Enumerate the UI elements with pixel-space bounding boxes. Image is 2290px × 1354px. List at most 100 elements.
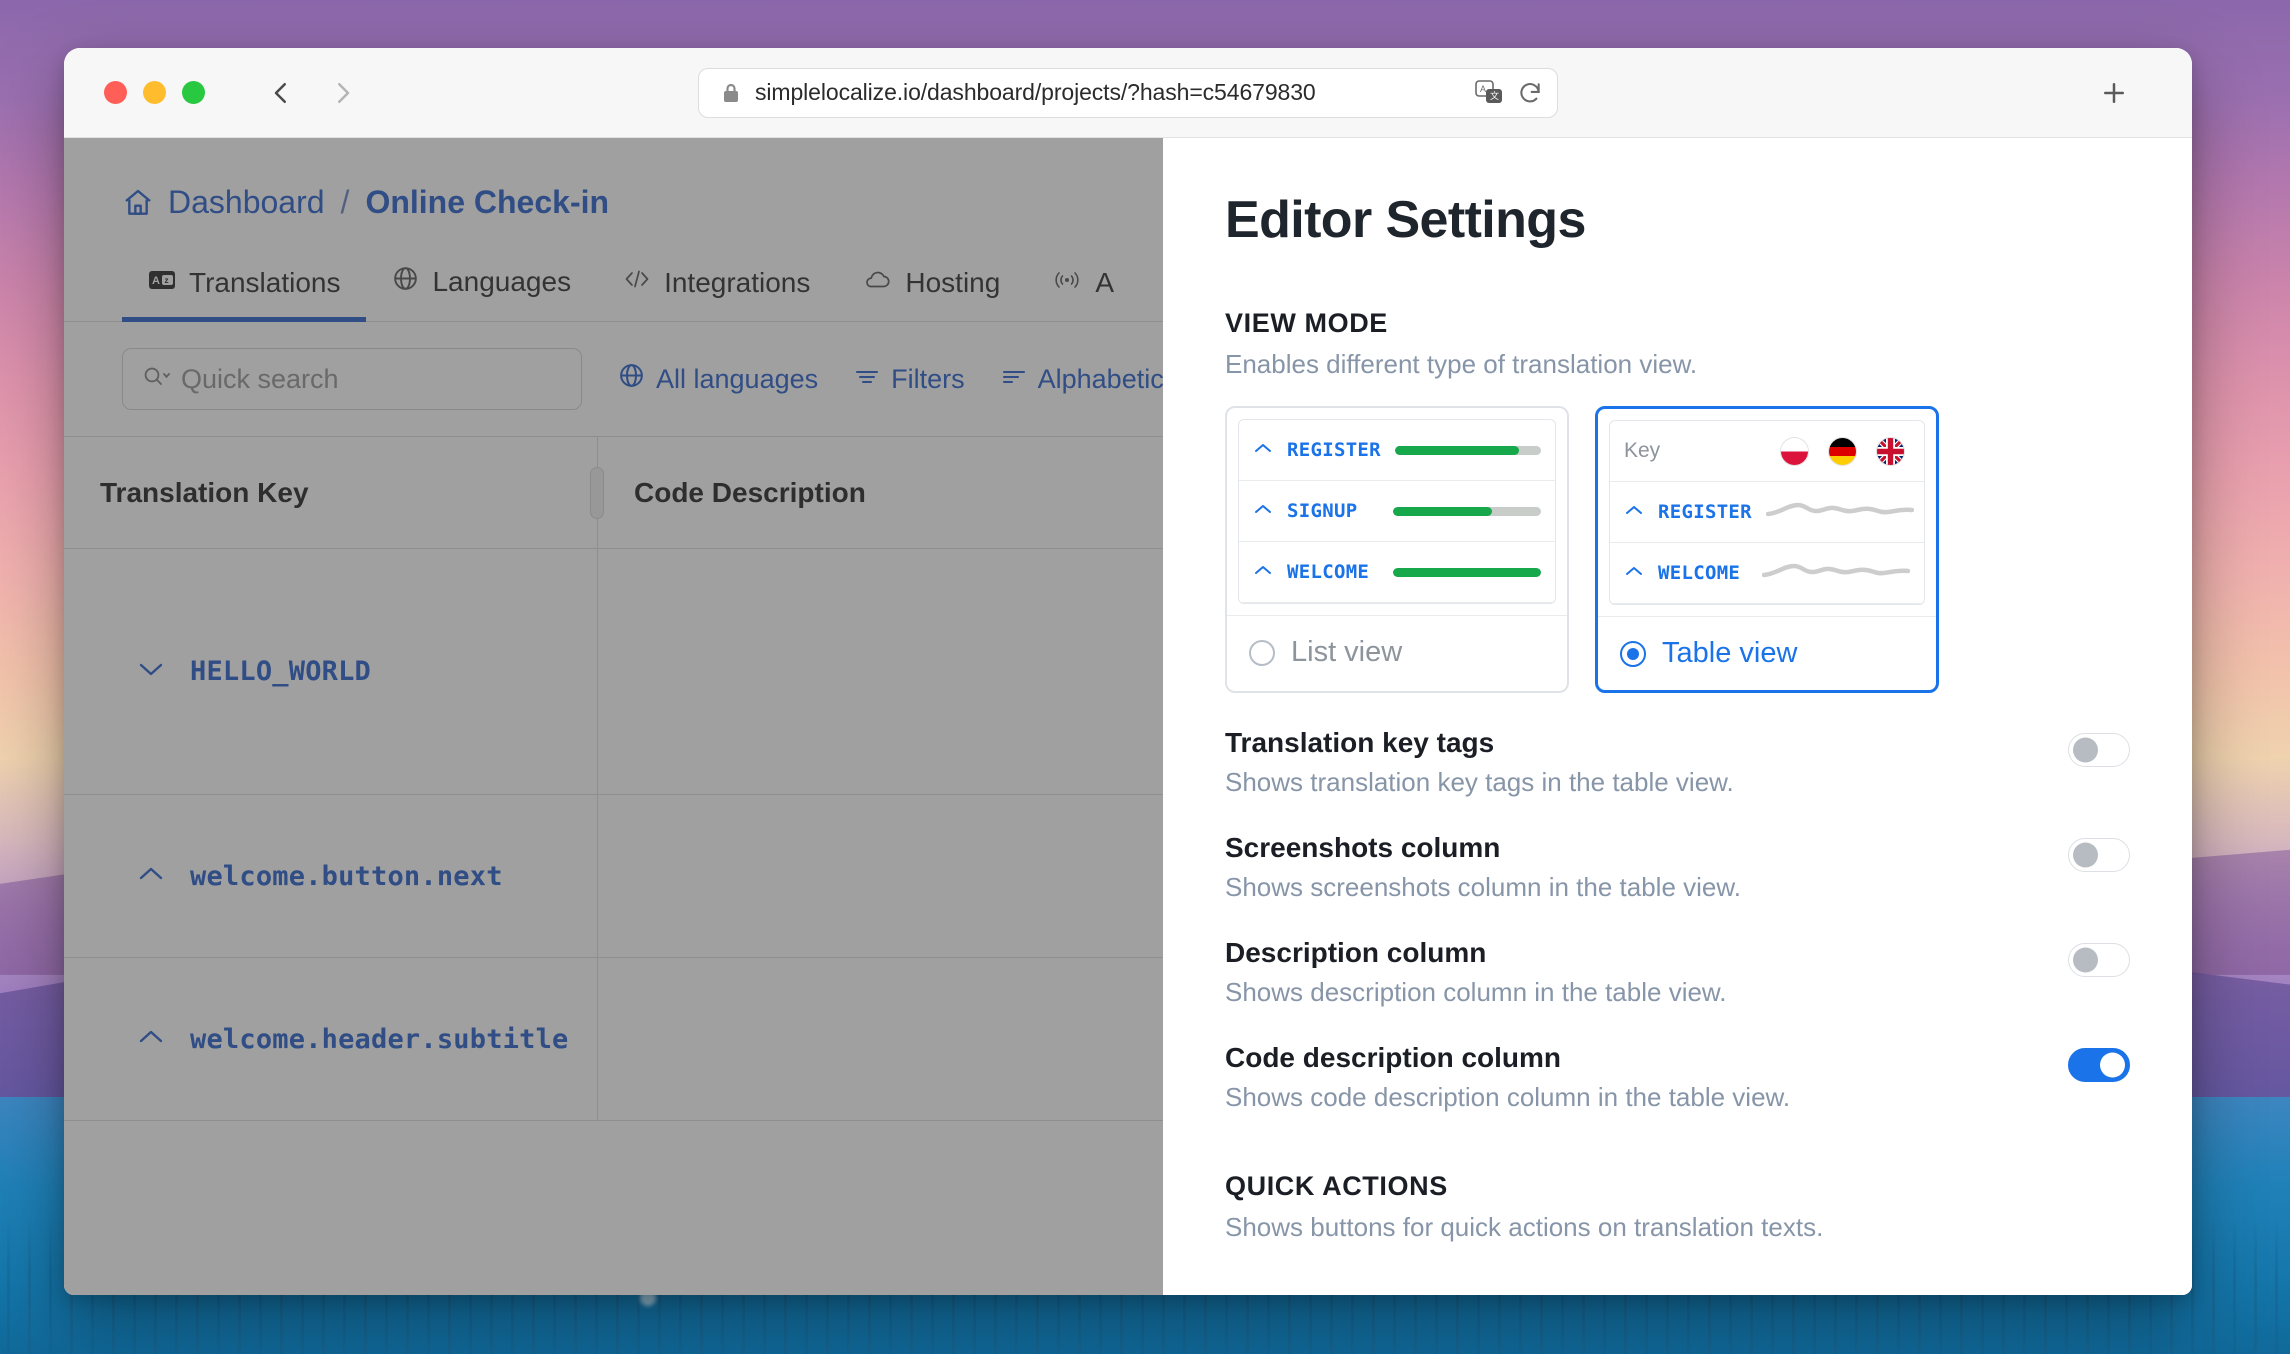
row-key-cell[interactable]: welcome.header.subtitle [64, 958, 598, 1120]
preview-row: REGISTER [1239, 420, 1555, 481]
column-label: Code Description [634, 476, 866, 508]
preview-key: REGISTER [1287, 439, 1381, 461]
row-key-cell[interactable]: welcome.button.next [64, 795, 598, 957]
tab-hosting[interactable]: Hosting [836, 259, 1026, 322]
view-mode-label: List view [1291, 636, 1403, 668]
setting-name: Translation key tags [1225, 727, 1495, 758]
search-input[interactable]: Quick search [122, 348, 582, 410]
reload-icon[interactable] [1517, 80, 1543, 106]
search-icon [141, 364, 171, 395]
back-arrow-icon[interactable] [261, 73, 301, 113]
sort-alphabetical-button[interactable]: Alphabetical [1001, 364, 1185, 395]
page-content: Dashboard / Online Check-in Az Translati… [64, 138, 2192, 1295]
preview-key-column-label: Key [1624, 439, 1661, 462]
setting-description: Shows screenshots column in the table vi… [1225, 872, 1741, 902]
home-icon[interactable] [122, 187, 154, 219]
code-icon [623, 266, 651, 299]
quick-actions-section-label: QUICK ACTIONS [1225, 1171, 1448, 1201]
toggle-description-column[interactable] [2068, 943, 2130, 977]
preview-key: WELCOME [1287, 561, 1370, 583]
column-resize-handle[interactable] [590, 466, 604, 519]
chevron-up-icon [1253, 441, 1273, 459]
tab-translations[interactable]: Az Translations [122, 259, 367, 322]
translation-key: welcome.button.next [190, 860, 503, 892]
row-key-cell[interactable]: HELLO_WORLD [64, 549, 598, 794]
chevron-up-icon[interactable] [136, 1028, 166, 1051]
forward-arrow-icon[interactable] [323, 73, 363, 113]
all-languages-button[interactable]: All languages [618, 362, 818, 396]
chevron-up-icon [1253, 502, 1273, 520]
globe-icon [392, 265, 419, 299]
preview-key: WELCOME [1658, 562, 1741, 584]
preview-row: WELCOME [1610, 543, 1924, 604]
browser-titlebar: simplelocalize.io/dashboard/projects/?ha… [64, 48, 2192, 138]
setting-description: Shows description column in the table vi… [1225, 977, 1727, 1007]
setting-description: Shows translation key tags in the table … [1225, 767, 1734, 797]
view-mode-section-description: Enables different type of translation vi… [1225, 349, 1698, 379]
language-flags [1781, 437, 1910, 465]
navigation-buttons [261, 73, 363, 113]
sort-icon [1001, 364, 1027, 395]
tab-languages[interactable]: Languages [366, 257, 597, 322]
toggle-screenshots-column[interactable] [2068, 838, 2130, 872]
setting-description-column: Description column Shows description col… [1225, 937, 2130, 1008]
view-mode-option-list[interactable]: REGISTER SIGNUP WELCOME List view [1225, 406, 1569, 693]
progress-bar [1393, 567, 1541, 577]
progress-bar [1393, 506, 1541, 516]
globe-icon [618, 362, 645, 396]
column-header-translation-key[interactable]: Translation Key [64, 437, 604, 548]
column-label: Translation Key [100, 476, 309, 508]
address-bar-container: simplelocalize.io/dashboard/projects/?ha… [698, 67, 1558, 118]
chevron-up-icon [1624, 503, 1644, 521]
translations-icon: Az [148, 267, 176, 299]
preview-row: WELCOME [1239, 542, 1555, 603]
chevron-up-icon [1253, 563, 1273, 581]
maximize-window-button[interactable] [182, 81, 205, 104]
view-mode-option-table[interactable]: Key REGISTER WELCOME Table view [1595, 406, 1939, 693]
chevron-up-icon[interactable] [136, 865, 166, 888]
preview-key: REGISTER [1658, 501, 1752, 523]
lock-icon [721, 82, 741, 104]
progress-bar [1394, 445, 1541, 455]
quick-actions-section-description: Shows buttons for quick actions on trans… [1225, 1212, 1824, 1242]
minimize-window-button[interactable] [143, 81, 166, 104]
preview-row: SIGNUP [1239, 481, 1555, 542]
tab-integrations[interactable]: Integrations [597, 258, 836, 322]
tab-label: A [1095, 267, 1115, 298]
close-window-button[interactable] [104, 81, 127, 104]
page-title: Editor Settings [1225, 191, 1586, 249]
list-view-selector[interactable]: List view [1227, 615, 1567, 689]
radio-button[interactable] [1249, 639, 1275, 666]
button-label: All languages [656, 363, 819, 394]
preview-row-partial [1610, 604, 1924, 605]
preview-row: REGISTER [1610, 482, 1924, 543]
toggle-translation-key-tags[interactable] [2068, 733, 2130, 767]
breadcrumb-root[interactable]: Dashboard [168, 184, 325, 221]
chevron-down-icon[interactable] [136, 660, 166, 683]
translate-page-icon[interactable]: A 文 [1475, 79, 1503, 106]
toggle-code-description-column[interactable] [2068, 1048, 2130, 1082]
setting-screenshots-column: Screenshots column Shows screenshots col… [1225, 832, 2130, 903]
svg-text:z: z [165, 276, 169, 285]
setting-name: Code description column [1225, 1042, 1562, 1073]
view-mode-label: Table view [1662, 637, 1798, 669]
svg-text:A: A [152, 275, 160, 287]
table-view-selector[interactable]: Table view [1598, 616, 1936, 690]
view-mode-options: REGISTER SIGNUP WELCOME List view Key RE… [1225, 406, 2130, 693]
browser-window: simplelocalize.io/dashboard/projects/?ha… [64, 48, 2192, 1295]
tab-label: Hosting [905, 267, 1001, 298]
address-bar[interactable]: simplelocalize.io/dashboard/projects/?ha… [698, 67, 1558, 118]
filters-button[interactable]: Filters [854, 364, 965, 395]
search-placeholder: Quick search [181, 363, 339, 394]
svg-text:A: A [1480, 84, 1486, 94]
button-label: Filters [891, 363, 965, 394]
radio-button[interactable] [1620, 640, 1646, 667]
germany-flag-icon [1829, 437, 1856, 465]
breadcrumb-current: Online Check-in [365, 184, 610, 220]
tab-label: Languages [432, 266, 572, 297]
new-tab-button[interactable] [2092, 71, 2136, 115]
broadcast-icon [1052, 267, 1082, 299]
tab-automation[interactable]: A [1026, 259, 1140, 322]
svg-text:文: 文 [1490, 90, 1499, 101]
breadcrumb-separator: / [340, 184, 350, 220]
